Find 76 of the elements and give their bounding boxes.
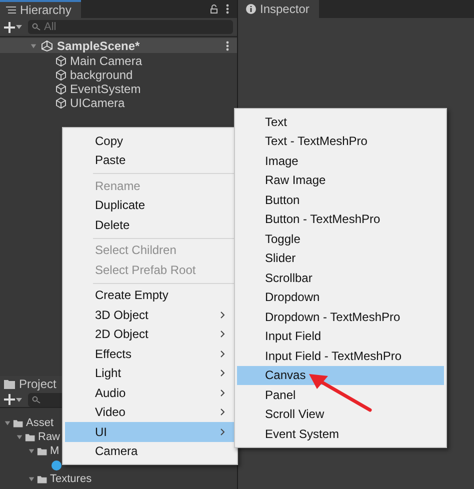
menu-item[interactable]: Event System (237, 424, 444, 444)
chevron-icon (220, 388, 225, 397)
sphere-icon (51, 460, 62, 470)
folder-icon (25, 432, 36, 442)
chevron-icon (220, 310, 225, 319)
cube-icon (55, 55, 67, 67)
hierarchy-tab[interactable]: Hierarchy (0, 0, 82, 18)
tree-item-label[interactable]: M (50, 445, 60, 457)
menu-item[interactable]: Effects (65, 344, 235, 364)
inspector-tab[interactable]: Inspector (238, 0, 320, 18)
menu-item[interactable]: Dropdown - TextMeshPro (237, 307, 444, 326)
expand-arrow-icon[interactable] (4, 419, 11, 427)
caret-icon (16, 25, 22, 29)
folder-icon (4, 380, 15, 388)
expand-arrow-icon[interactable] (30, 42, 37, 50)
menu-item[interactable]: Image (237, 151, 444, 170)
menu-item[interactable]: Panel (237, 385, 444, 404)
lock-icon[interactable] (210, 4, 218, 14)
chevron-icon (220, 369, 225, 378)
menu-item[interactable]: Input Field - TextMeshPro (237, 346, 444, 366)
menu-item[interactable]: 3D Object (65, 305, 235, 324)
menu-item[interactable]: Light (65, 364, 235, 383)
menu-item[interactable]: Input Field (237, 326, 444, 346)
info-icon (246, 4, 256, 14)
menu-item[interactable]: Paste (65, 150, 235, 170)
menu-item[interactable]: Raw Image (237, 170, 444, 190)
hierarchy-item[interactable]: EventSystem (70, 82, 141, 96)
tree-item-label[interactable]: Raw (38, 431, 60, 443)
cube-icon (55, 69, 67, 81)
folder-icon (37, 474, 48, 484)
cube-icon (55, 83, 67, 95)
menu-item[interactable]: Video (65, 402, 235, 422)
hierarchy-item[interactable]: Main Camera (70, 54, 142, 68)
menu-item[interactable]: Delete (65, 215, 235, 234)
search-icon (32, 396, 41, 404)
caret-icon (16, 398, 22, 402)
chevron-icon (220, 330, 225, 338)
menu-item[interactable]: Scrollbar (237, 268, 444, 288)
search-icon (32, 23, 41, 31)
chevron-icon (220, 408, 225, 416)
plus-icon (4, 22, 15, 32)
list-icon (6, 6, 16, 14)
add-button[interactable] (4, 22, 22, 32)
chevron-icon (220, 428, 225, 436)
menu-item[interactable]: Button - TextMeshPro (237, 210, 444, 229)
menu-item[interactable]: 2D Object (65, 324, 235, 344)
cube-icon (55, 97, 67, 109)
search-field[interactable]: All (28, 20, 233, 34)
chevron-icon (220, 350, 225, 358)
folder-icon (13, 418, 24, 428)
expand-arrow-icon[interactable] (28, 447, 35, 455)
hierarchy-item[interactable]: UICamera (70, 96, 125, 110)
menu-item[interactable]: Duplicate (65, 196, 235, 215)
tree-item-label[interactable]: Textures (50, 473, 92, 485)
plus-icon (4, 394, 15, 405)
menu-item[interactable]: Text (237, 112, 444, 132)
menu-item[interactable]: Scroll View (237, 404, 444, 424)
expand-arrow-icon[interactable] (28, 475, 35, 483)
add-button[interactable] (4, 394, 22, 405)
menu-item[interactable]: Text - TextMeshPro (237, 132, 444, 151)
expand-arrow-icon[interactable] (16, 433, 23, 441)
menu-item[interactable]: Canvas (237, 366, 444, 385)
hierarchy-item[interactable]: background (70, 68, 133, 82)
menu-item[interactable]: Toggle (237, 229, 444, 248)
folder-icon (37, 446, 48, 456)
menu-item[interactable]: Copy (65, 131, 235, 150)
tree-item-label[interactable]: Asset (26, 417, 54, 429)
menu-item[interactable]: Button (237, 190, 444, 210)
menu-item[interactable]: Dropdown (237, 288, 444, 307)
menu-item[interactable]: Create Empty (65, 286, 235, 305)
more-icon[interactable] (226, 40, 229, 50)
menu-item[interactable]: UI (65, 422, 235, 442)
menu-item[interactable]: Slider (237, 248, 444, 268)
more-icon[interactable] (226, 4, 229, 14)
menu-item[interactable]: Camera (65, 442, 235, 461)
menu-item[interactable]: Audio (65, 383, 235, 402)
